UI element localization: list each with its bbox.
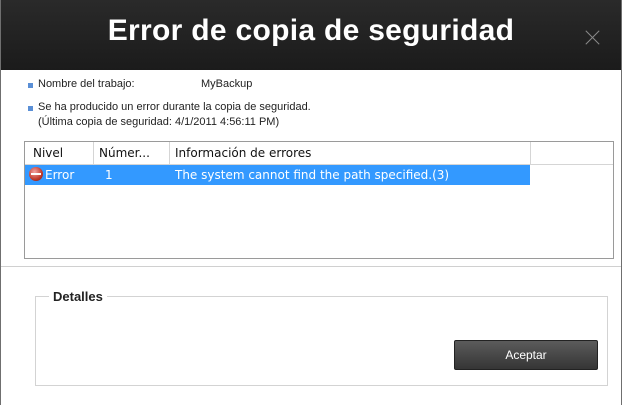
divider xyxy=(1,266,621,267)
job-name-label: Nombre del trabajo: xyxy=(38,78,135,90)
column-separator[interactable] xyxy=(93,142,94,164)
error-list[interactable]: Nivel Númer... Información de errores Er… xyxy=(24,141,614,259)
list-header: Nivel Númer... Información de errores xyxy=(25,142,613,165)
bullet-icon xyxy=(28,106,33,111)
column-header-number[interactable]: Númer... xyxy=(99,146,150,160)
details-label: Detalles xyxy=(49,289,107,304)
ok-button[interactable]: Aceptar xyxy=(454,340,598,370)
row-info: The system cannot find the path specifie… xyxy=(175,168,450,182)
column-separator[interactable] xyxy=(530,142,531,164)
row-level: Error xyxy=(45,168,75,182)
last-backup-info: (Última copia de seguridad: 4/1/2011 4:5… xyxy=(38,116,280,128)
column-header-info[interactable]: Información de errores xyxy=(175,146,311,160)
error-message: Se ha producido un error durante la copi… xyxy=(38,101,311,113)
close-icon[interactable] xyxy=(585,29,601,45)
column-header-level[interactable]: Nivel xyxy=(33,146,63,160)
title-bar: Error de copia de seguridad xyxy=(1,0,621,70)
error-icon xyxy=(29,167,43,181)
job-name-value: MyBackup xyxy=(201,78,253,90)
dialog-title: Error de copia de seguridad xyxy=(107,14,515,47)
bullet-icon xyxy=(28,83,33,88)
column-separator[interactable] xyxy=(169,142,170,164)
row-number: 1 xyxy=(105,168,113,182)
table-row[interactable]: Error 1 The system cannot find the path … xyxy=(25,165,530,185)
backup-error-dialog: Error de copia de seguridad Nombre del t… xyxy=(0,0,622,405)
